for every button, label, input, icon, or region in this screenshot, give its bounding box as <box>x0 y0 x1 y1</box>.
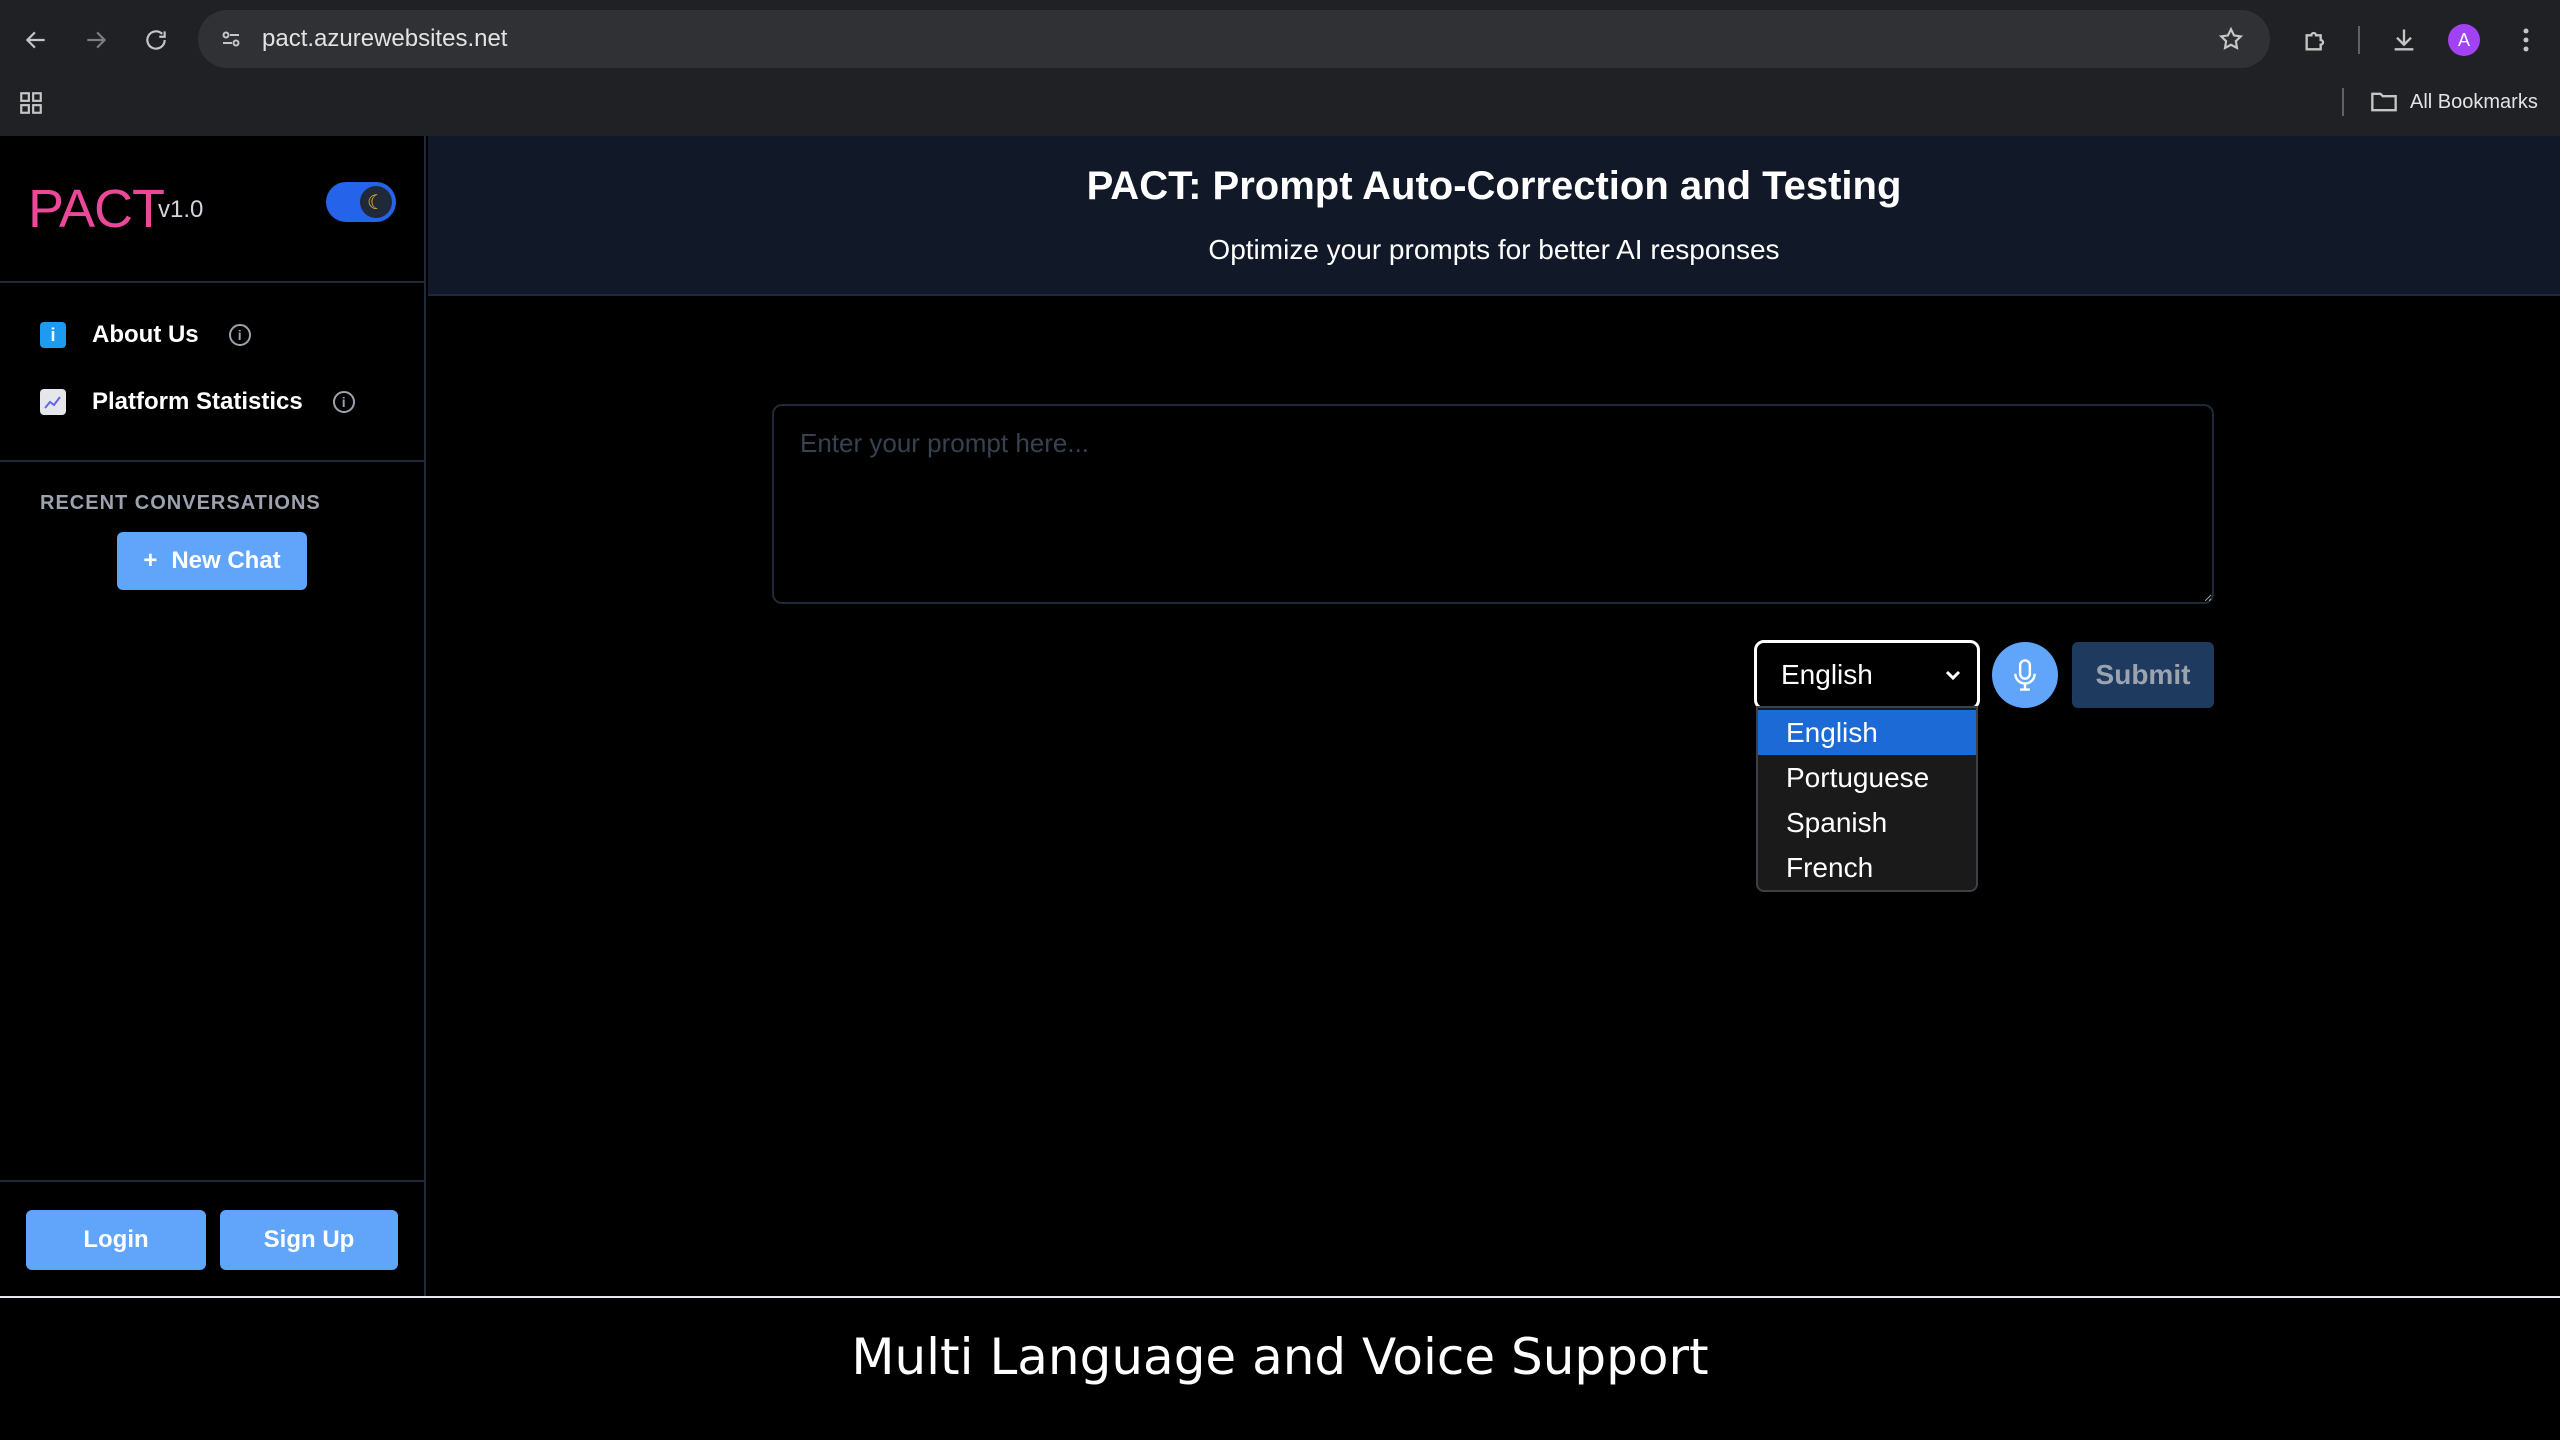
language-option-french[interactable]: French <box>1758 845 1976 890</box>
sidebar-item-label: Platform Statistics <box>92 388 303 415</box>
language-select[interactable]: English <box>1754 640 1980 710</box>
forward-icon[interactable] <box>76 20 116 60</box>
language-option-english[interactable]: English <box>1758 710 1976 755</box>
moon-icon: ☾ <box>360 186 392 218</box>
page-header: PACT: Prompt Auto-Correction and Testing… <box>428 136 2560 296</box>
new-chat-button[interactable]: + New Chat <box>117 532 307 590</box>
apps-grid-icon[interactable] <box>18 90 46 118</box>
back-icon[interactable] <box>16 20 56 60</box>
browser-toolbar: pact.azurewebsites.net A <box>0 0 2560 80</box>
version-label: v1.0 <box>158 196 204 223</box>
all-bookmarks-button[interactable]: All Bookmarks <box>2370 88 2538 116</box>
browser-menu-icon[interactable] <box>2506 20 2546 60</box>
chevron-down-icon <box>1945 670 1961 681</box>
recent-conversations-title: RECENT CONVERSATIONS <box>40 492 321 514</box>
sidebar-item-platform-statistics[interactable]: Platform Statistics i <box>40 380 355 424</box>
theme-toggle[interactable]: ☾ <box>326 182 396 222</box>
url-text[interactable]: pact.azurewebsites.net <box>262 24 507 54</box>
site-settings-icon[interactable] <box>214 22 248 56</box>
signup-button[interactable]: Sign Up <box>220 1210 398 1270</box>
bookmarks-divider <box>2342 88 2344 116</box>
sidebar-item-label: About Us <box>92 321 199 348</box>
language-option-spanish[interactable]: Spanish <box>1758 800 1976 845</box>
address-bar[interactable]: pact.azurewebsites.net <box>198 10 2270 68</box>
all-bookmarks-label: All Bookmarks <box>2410 90 2538 113</box>
language-option-portuguese[interactable]: Portuguese <box>1758 755 1976 800</box>
language-selected-value: English <box>1781 659 1873 690</box>
chart-icon <box>40 389 66 415</box>
browser-chrome: pact.azurewebsites.net A All Bookmarks <box>0 0 2560 136</box>
new-chat-label: New Chat <box>171 547 281 574</box>
caption-bar: Multi Language and Voice Support <box>0 1296 2560 1440</box>
auth-area: Login Sign Up <box>0 1180 424 1296</box>
profile-avatar[interactable]: A <box>2448 24 2480 56</box>
extensions-icon[interactable] <box>2296 20 2336 60</box>
microphone-button[interactable] <box>1992 642 2058 708</box>
caption-text: Multi Language and Voice Support <box>851 1328 1709 1386</box>
sidebar: PACT v1.0 ☾ i About Us i Platform Statis… <box>0 136 426 1296</box>
download-icon[interactable] <box>2384 20 2424 60</box>
submit-button[interactable]: Submit <box>2072 642 2214 708</box>
bookmark-star-icon[interactable] <box>2214 22 2248 56</box>
info-circle-icon[interactable]: i <box>228 324 251 346</box>
toolbar-divider <box>2358 26 2360 54</box>
login-button[interactable]: Login <box>26 1210 206 1270</box>
logo: PACT <box>28 179 165 239</box>
brand-area: PACT v1.0 ☾ <box>0 136 424 283</box>
microphone-icon <box>2014 659 2036 691</box>
prompt-input[interactable] <box>772 404 2214 604</box>
plus-icon: + <box>143 547 158 574</box>
page-title: PACT: Prompt Auto-Correction and Testing <box>1086 164 1902 208</box>
sidebar-item-about-us[interactable]: i About Us i <box>40 313 251 357</box>
info-square-icon: i <box>40 322 66 348</box>
language-dropdown: English Portuguese Spanish French <box>1756 706 1978 892</box>
folder-icon <box>2371 92 2397 112</box>
page-subtitle: Optimize your prompts for better AI resp… <box>1208 234 1780 265</box>
reload-icon[interactable] <box>136 20 176 60</box>
bookmarks-bar <box>0 80 2560 136</box>
info-circle-icon[interactable]: i <box>332 391 355 413</box>
sidebar-menu: i About Us i Platform Statistics i <box>0 285 424 462</box>
